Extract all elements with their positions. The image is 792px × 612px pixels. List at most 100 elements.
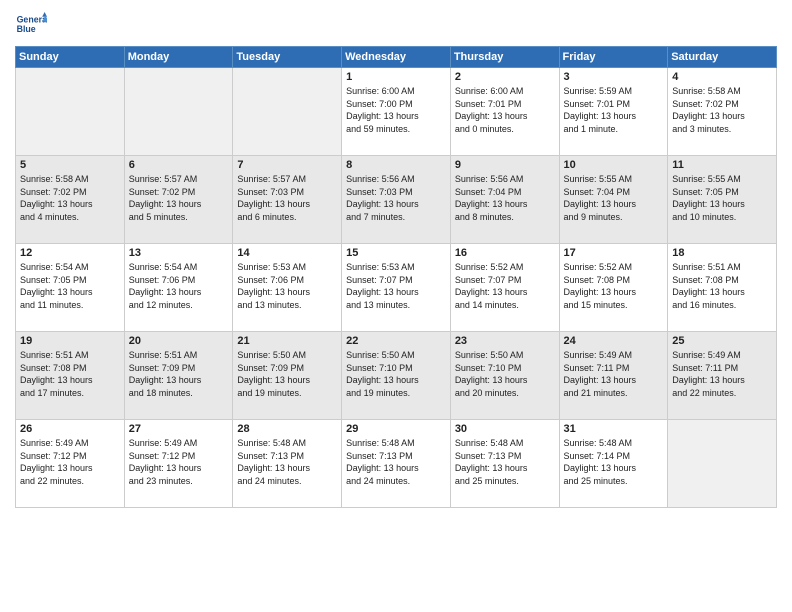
day-info: Sunrise: 5:56 AM Sunset: 7:04 PM Dayligh… — [455, 173, 555, 223]
day-number: 29 — [346, 423, 446, 435]
day-number: 14 — [237, 247, 337, 259]
calendar-cell — [233, 68, 342, 156]
day-number: 11 — [672, 159, 772, 171]
day-number: 6 — [129, 159, 229, 171]
calendar-cell: 15 Sunrise: 5:53 AM Sunset: 7:07 PM Dayli… — [342, 244, 451, 332]
day-number: 15 — [346, 247, 446, 259]
calendar-cell: 7 Sunrise: 5:57 AM Sunset: 7:03 PM Daylig… — [233, 156, 342, 244]
day-number: 22 — [346, 335, 446, 347]
day-number: 3 — [564, 71, 664, 83]
day-number: 5 — [20, 159, 120, 171]
day-number: 26 — [20, 423, 120, 435]
calendar-cell: 28 Sunrise: 5:48 AM Sunset: 7:13 PM Dayli… — [233, 420, 342, 508]
day-info: Sunrise: 5:51 AM Sunset: 7:09 PM Dayligh… — [129, 349, 229, 399]
calendar-cell: 31Sunrise: 5:48 AM Sunset: 7:14 PM Dayli… — [559, 420, 668, 508]
day-info: Sunrise: 5:49 AM Sunset: 7:12 PM Dayligh… — [129, 437, 229, 487]
calendar-cell: 14Sunrise: 5:53 AM Sunset: 7:06 PM Dayli… — [233, 244, 342, 332]
day-number: 7 — [237, 159, 337, 171]
day-info: Sunrise: 5:48 AM Sunset: 7:13 PM Dayligh… — [237, 437, 337, 487]
calendar-week-row: 12Sunrise: 5:54 AM Sunset: 7:05 PM Dayli… — [16, 244, 777, 332]
day-number: 10 — [564, 159, 664, 171]
day-info: Sunrise: 5:50 AM Sunset: 7:09 PM Dayligh… — [237, 349, 337, 399]
day-info: Sunrise: 5:52 AM Sunset: 7:08 PM Dayligh… — [564, 261, 664, 311]
day-info: Sunrise: 5:49 AM Sunset: 7:12 PM Dayligh… — [20, 437, 120, 487]
day-number: 2 — [455, 71, 555, 83]
calendar-cell: 16 Sunrise: 5:52 AM Sunset: 7:07 PM Dayli… — [450, 244, 559, 332]
calendar-cell: 2 Sunrise: 6:00 AM Sunset: 7:01 PM Daylig… — [450, 68, 559, 156]
day-number: 27 — [129, 423, 229, 435]
header: General Blue — [15, 10, 777, 38]
weekday-header-wednesday: Wednesday — [342, 47, 451, 68]
calendar: SundayMondayTuesdayWednesdayThursdayFrid… — [15, 46, 777, 508]
day-number: 9 — [455, 159, 555, 171]
calendar-cell: 10 Sunrise: 5:55 AM Sunset: 7:04 PM Dayli… — [559, 156, 668, 244]
calendar-cell: 25Sunrise: 5:49 AM Sunset: 7:11 PM Dayli… — [668, 332, 777, 420]
day-info: Sunrise: 5:48 AM Sunset: 7:14 PM Dayligh… — [564, 437, 664, 487]
calendar-cell: 22Sunrise: 5:50 AM Sunset: 7:10 PM Dayli… — [342, 332, 451, 420]
calendar-cell: 12Sunrise: 5:54 AM Sunset: 7:05 PM Dayli… — [16, 244, 125, 332]
calendar-cell: 20 Sunrise: 5:51 AM Sunset: 7:09 PM Dayli… — [124, 332, 233, 420]
day-number: 1 — [346, 71, 446, 83]
weekday-header-sunday: Sunday — [16, 47, 125, 68]
calendar-cell: 30 Sunrise: 5:48 AM Sunset: 7:13 PM Dayli… — [450, 420, 559, 508]
svg-text:General: General — [17, 14, 47, 24]
calendar-week-row: 1 Sunrise: 6:00 AM Sunset: 7:00 PM Daylig… — [16, 68, 777, 156]
weekday-header-friday: Friday — [559, 47, 668, 68]
day-info: Sunrise: 5:53 AM Sunset: 7:07 PM Dayligh… — [346, 261, 446, 311]
calendar-cell: 19Sunrise: 5:51 AM Sunset: 7:08 PM Dayli… — [16, 332, 125, 420]
day-info: Sunrise: 5:57 AM Sunset: 7:03 PM Dayligh… — [237, 173, 337, 223]
day-number: 17 — [564, 247, 664, 259]
day-number: 13 — [129, 247, 229, 259]
day-info: Sunrise: 5:55 AM Sunset: 7:04 PM Dayligh… — [564, 173, 664, 223]
day-number: 16 — [455, 247, 555, 259]
calendar-cell: 23 Sunrise: 5:50 AM Sunset: 7:10 PM Dayli… — [450, 332, 559, 420]
day-info: Sunrise: 5:48 AM Sunset: 7:13 PM Dayligh… — [455, 437, 555, 487]
calendar-cell: 9 Sunrise: 5:56 AM Sunset: 7:04 PM Daylig… — [450, 156, 559, 244]
calendar-week-row: 5 Sunrise: 5:58 AM Sunset: 7:02 PM Daylig… — [16, 156, 777, 244]
day-number: 24 — [564, 335, 664, 347]
day-number: 18 — [672, 247, 772, 259]
day-info: Sunrise: 5:59 AM Sunset: 7:01 PM Dayligh… — [564, 85, 664, 135]
day-info: Sunrise: 6:00 AM Sunset: 7:00 PM Dayligh… — [346, 85, 446, 135]
day-number: 25 — [672, 335, 772, 347]
logo: General Blue — [15, 10, 51, 38]
calendar-cell: 6 Sunrise: 5:57 AM Sunset: 7:02 PM Daylig… — [124, 156, 233, 244]
day-info: Sunrise: 5:50 AM Sunset: 7:10 PM Dayligh… — [455, 349, 555, 399]
calendar-cell: 27 Sunrise: 5:49 AM Sunset: 7:12 PM Dayli… — [124, 420, 233, 508]
day-info: Sunrise: 5:54 AM Sunset: 7:06 PM Dayligh… — [129, 261, 229, 311]
calendar-cell: 26 Sunrise: 5:49 AM Sunset: 7:12 PM Dayli… — [16, 420, 125, 508]
calendar-cell: 13 Sunrise: 5:54 AM Sunset: 7:06 PM Dayli… — [124, 244, 233, 332]
day-number: 12 — [20, 247, 120, 259]
calendar-cell: 24 Sunrise: 5:49 AM Sunset: 7:11 PM Dayli… — [559, 332, 668, 420]
weekday-header-tuesday: Tuesday — [233, 47, 342, 68]
day-info: Sunrise: 5:51 AM Sunset: 7:08 PM Dayligh… — [672, 261, 772, 311]
day-info: Sunrise: 5:49 AM Sunset: 7:11 PM Dayligh… — [564, 349, 664, 399]
day-number: 19 — [20, 335, 120, 347]
day-number: 4 — [672, 71, 772, 83]
day-info: Sunrise: 6:00 AM Sunset: 7:01 PM Dayligh… — [455, 85, 555, 135]
calendar-cell: 18 Sunrise: 5:51 AM Sunset: 7:08 PM Dayli… — [668, 244, 777, 332]
day-info: Sunrise: 5:56 AM Sunset: 7:03 PM Dayligh… — [346, 173, 446, 223]
page: General Blue SundayMondayTuesdayWednesda… — [0, 0, 792, 612]
weekday-header-monday: Monday — [124, 47, 233, 68]
calendar-cell: 4 Sunrise: 5:58 AM Sunset: 7:02 PM Daylig… — [668, 68, 777, 156]
calendar-cell: 5 Sunrise: 5:58 AM Sunset: 7:02 PM Daylig… — [16, 156, 125, 244]
calendar-cell — [124, 68, 233, 156]
svg-text:Blue: Blue — [17, 24, 36, 34]
day-number: 21 — [237, 335, 337, 347]
day-number: 30 — [455, 423, 555, 435]
calendar-cell: 11Sunrise: 5:55 AM Sunset: 7:05 PM Dayli… — [668, 156, 777, 244]
weekday-header-row: SundayMondayTuesdayWednesdayThursdayFrid… — [16, 47, 777, 68]
day-info: Sunrise: 5:57 AM Sunset: 7:02 PM Dayligh… — [129, 173, 229, 223]
day-info: Sunrise: 5:58 AM Sunset: 7:02 PM Dayligh… — [672, 85, 772, 135]
day-number: 23 — [455, 335, 555, 347]
day-number: 28 — [237, 423, 337, 435]
day-info: Sunrise: 5:58 AM Sunset: 7:02 PM Dayligh… — [20, 173, 120, 223]
day-number: 20 — [129, 335, 229, 347]
calendar-week-row: 26 Sunrise: 5:49 AM Sunset: 7:12 PM Dayli… — [16, 420, 777, 508]
calendar-cell — [16, 68, 125, 156]
day-info: Sunrise: 5:52 AM Sunset: 7:07 PM Dayligh… — [455, 261, 555, 311]
calendar-cell: 21 Sunrise: 5:50 AM Sunset: 7:09 PM Dayli… — [233, 332, 342, 420]
calendar-cell: 1 Sunrise: 6:00 AM Sunset: 7:00 PM Daylig… — [342, 68, 451, 156]
day-info: Sunrise: 5:48 AM Sunset: 7:13 PM Dayligh… — [346, 437, 446, 487]
